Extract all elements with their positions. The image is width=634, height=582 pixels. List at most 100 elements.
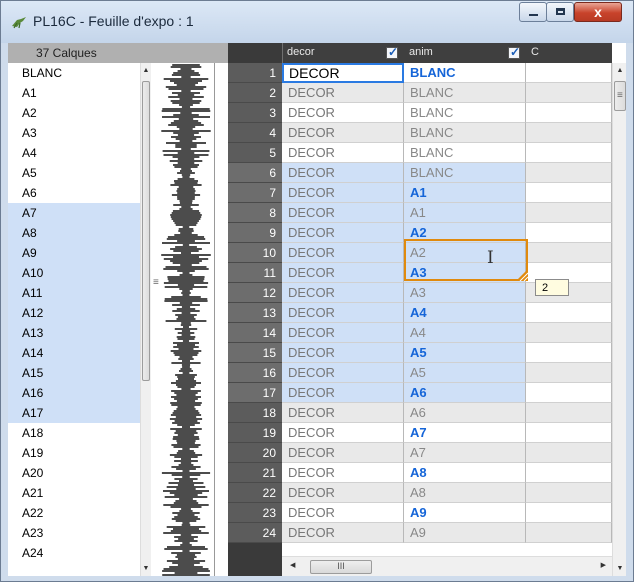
cell-anim[interactable]: A7: [404, 423, 526, 443]
cell-decor[interactable]: DECOR: [282, 243, 404, 263]
cell-c[interactable]: [526, 323, 612, 343]
title-bar[interactable]: PL16C - Feuille d'expo : 1 x: [1, 1, 633, 43]
maximize-button[interactable]: [546, 2, 574, 22]
layer-item[interactable]: A15: [8, 363, 141, 383]
layer-item[interactable]: A17: [8, 403, 141, 423]
cell-c[interactable]: [526, 403, 612, 423]
cell-c[interactable]: [526, 443, 612, 463]
layer-item[interactable]: A10: [8, 263, 141, 283]
cell-decor[interactable]: DECOR: [282, 523, 404, 543]
frame-number[interactable]: 3: [228, 103, 282, 123]
cell-c[interactable]: [526, 83, 612, 103]
frame-number[interactable]: 10: [228, 243, 282, 263]
layer-item[interactable]: A1: [8, 83, 141, 103]
fill-handle-icon[interactable]: [516, 269, 528, 281]
column-header-decor[interactable]: decor ✓: [282, 43, 405, 63]
cell-decor[interactable]: DECOR: [282, 483, 404, 503]
cell-anim[interactable]: A4: [404, 323, 526, 343]
active-cell-decor[interactable]: DECOR: [282, 63, 404, 83]
cell-c[interactable]: [526, 143, 612, 163]
layer-item[interactable]: A13: [8, 323, 141, 343]
cell-decor[interactable]: DECOR: [282, 383, 404, 403]
frame-number[interactable]: 13: [228, 303, 282, 323]
cell-anim[interactable]: A5: [404, 343, 526, 363]
cell-c[interactable]: [526, 103, 612, 123]
layer-item[interactable]: A24: [8, 543, 141, 563]
column-header-anim[interactable]: anim ✓: [404, 43, 527, 63]
layer-item[interactable]: A4: [8, 143, 141, 163]
frame-number[interactable]: 11: [228, 263, 282, 283]
scroll-right-arrow-icon[interactable]: ▶: [601, 561, 606, 569]
horizontal-scroll-thumb[interactable]: III: [310, 560, 372, 574]
decor-column-checkbox[interactable]: ✓: [386, 45, 398, 59]
layer-item[interactable]: A14: [8, 343, 141, 363]
scroll-left-arrow-icon[interactable]: ◀: [290, 561, 295, 569]
frame-number[interactable]: 8: [228, 203, 282, 223]
layer-item[interactable]: A19: [8, 443, 141, 463]
cell-decor[interactable]: DECOR: [282, 283, 404, 303]
cell-decor[interactable]: DECOR: [282, 503, 404, 523]
cell-anim[interactable]: A1: [404, 183, 526, 203]
cell-decor[interactable]: DECOR: [282, 423, 404, 443]
minimize-button[interactable]: [519, 2, 547, 22]
frame-number[interactable]: 24: [228, 523, 282, 543]
cell-c[interactable]: [526, 183, 612, 203]
frame-number[interactable]: 23: [228, 503, 282, 523]
cell-decor[interactable]: DECOR: [282, 363, 404, 383]
layers-scroll-thumb[interactable]: [142, 81, 150, 381]
cell-decor[interactable]: DECOR: [282, 203, 404, 223]
cell-decor[interactable]: DECOR: [282, 403, 404, 423]
layer-item[interactable]: A21: [8, 483, 141, 503]
cell-anim[interactable]: A3: [404, 283, 526, 303]
scroll-down-arrow-icon[interactable]: ▼: [613, 565, 626, 572]
frame-number[interactable]: 17: [228, 383, 282, 403]
sheet-vertical-scrollbar[interactable]: ▲ ≡ ▼: [612, 63, 626, 576]
frame-number[interactable]: 2: [228, 83, 282, 103]
cell-anim[interactable]: A6: [404, 383, 526, 403]
cell-anim[interactable]: A9: [404, 503, 526, 523]
frame-number[interactable]: 6: [228, 163, 282, 183]
layer-item[interactable]: A5: [8, 163, 141, 183]
cell-anim[interactable]: BLANC: [404, 163, 526, 183]
layer-item[interactable]: A18: [8, 423, 141, 443]
frame-number[interactable]: 4: [228, 123, 282, 143]
cell-c[interactable]: [526, 423, 612, 443]
layer-item[interactable]: A20: [8, 463, 141, 483]
cell-c[interactable]: [526, 303, 612, 323]
cell-decor[interactable]: DECOR: [282, 163, 404, 183]
frame-number[interactable]: 18: [228, 403, 282, 423]
cell-c[interactable]: [526, 343, 612, 363]
cell-c[interactable]: [526, 123, 612, 143]
layer-item[interactable]: A6: [8, 183, 141, 203]
scroll-up-arrow-icon[interactable]: ▲: [613, 67, 626, 74]
cell-c[interactable]: [526, 163, 612, 183]
cell-anim[interactable]: A8: [404, 483, 526, 503]
cell-decor[interactable]: DECOR: [282, 343, 404, 363]
cell-anim[interactable]: A6: [404, 403, 526, 423]
frame-number[interactable]: 22: [228, 483, 282, 503]
cell-anim[interactable]: BLANC: [404, 103, 526, 123]
frame-number[interactable]: 7: [228, 183, 282, 203]
cell-anim[interactable]: A4: [404, 303, 526, 323]
frame-number[interactable]: 9: [228, 223, 282, 243]
cell-anim[interactable]: BLANC: [404, 143, 526, 163]
cell-c[interactable]: [526, 503, 612, 523]
cell-decor[interactable]: DECOR: [282, 263, 404, 283]
cell-c[interactable]: [526, 363, 612, 383]
cell-c[interactable]: [526, 223, 612, 243]
cell-decor[interactable]: DECOR: [282, 323, 404, 343]
frame-number[interactable]: 12: [228, 283, 282, 303]
close-button[interactable]: x: [574, 2, 622, 22]
cell-decor[interactable]: DECOR: [282, 223, 404, 243]
scroll-up-arrow-icon[interactable]: ▲: [141, 67, 151, 74]
frame-number[interactable]: 19: [228, 423, 282, 443]
cell-anim[interactable]: A9: [404, 523, 526, 543]
sheet-horizontal-scrollbar[interactable]: ◀ III ▶: [282, 556, 612, 576]
scroll-down-arrow-icon[interactable]: ▼: [141, 565, 151, 572]
cell-anim[interactable]: A7: [404, 443, 526, 463]
cell-decor[interactable]: DECOR: [282, 123, 404, 143]
frame-number[interactable]: 15: [228, 343, 282, 363]
cell-anim[interactable]: BLANC: [404, 123, 526, 143]
layer-item[interactable]: BLANC: [8, 63, 141, 83]
cell-decor[interactable]: DECOR: [282, 183, 404, 203]
